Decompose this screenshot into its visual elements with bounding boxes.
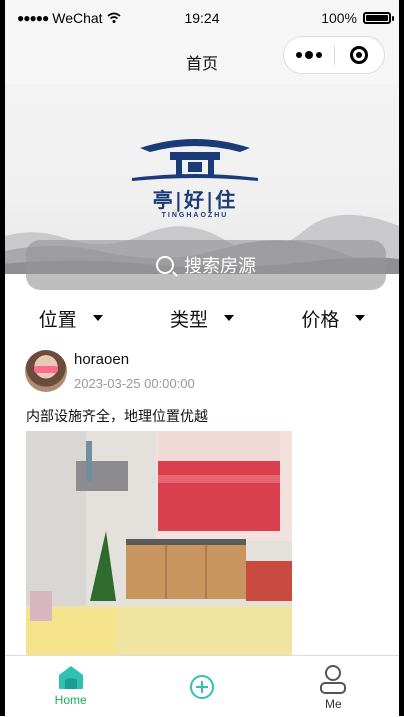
target-icon <box>350 46 369 64</box>
filter-type-label: 类型 <box>169 309 208 331</box>
listing-photo[interactable] <box>26 431 292 661</box>
user-icon <box>320 665 347 694</box>
tab-bar: Home Me <box>5 655 399 717</box>
tab-add[interactable] <box>136 656 267 717</box>
post-description: 内部设施齐全，地理位置优越 <box>26 408 208 424</box>
tab-me-label: Me <box>324 697 342 711</box>
caret-down-icon <box>92 315 103 321</box>
filter-price-label: 价格 <box>301 309 340 331</box>
caret-down-icon <box>355 315 366 321</box>
more-dots-icon <box>295 52 302 58</box>
status-bar: ●●●●● WeChat 19:24 100% <box>5 0 399 36</box>
tab-me[interactable]: Me <box>268 656 399 717</box>
filter-type[interactable]: 类型 <box>136 302 267 334</box>
filter-bar: 位置 类型 价格 <box>5 302 399 334</box>
brand-pinyin: TINGHAOZHU <box>161 212 229 219</box>
filter-location-label: 位置 <box>38 309 77 331</box>
close-mini-program-button[interactable] <box>335 46 385 64</box>
search-placeholder: 搜索房源 <box>184 256 256 276</box>
home-icon <box>58 666 83 689</box>
room-photo-illustration <box>26 431 292 661</box>
tab-home-label: Home <box>54 693 87 707</box>
tab-home[interactable]: Home <box>5 656 136 717</box>
caret-down-icon <box>224 315 234 321</box>
battery-percent: 100% <box>321 10 357 26</box>
post-timestamp: 2023-03-25 00:00:00 <box>74 376 195 391</box>
post-username[interactable]: horaoen <box>74 351 129 368</box>
more-options-button[interactable] <box>284 51 334 59</box>
add-circle-icon <box>189 675 214 699</box>
battery-icon <box>363 12 394 24</box>
brand-name: 亭|好|住 <box>152 188 238 212</box>
pavilion-logo-icon <box>132 139 258 181</box>
nav-bar: 首页 <box>5 36 399 84</box>
filter-price[interactable]: 价格 <box>268 302 399 334</box>
search-icon <box>156 256 174 274</box>
filter-location[interactable]: 位置 <box>5 302 136 334</box>
mini-program-capsule <box>283 36 385 74</box>
avatar[interactable] <box>25 350 67 392</box>
brand-logo: 亭|好|住 TINGHAOZHU <box>130 126 270 226</box>
search-bar[interactable]: 搜索房源 <box>26 240 386 290</box>
